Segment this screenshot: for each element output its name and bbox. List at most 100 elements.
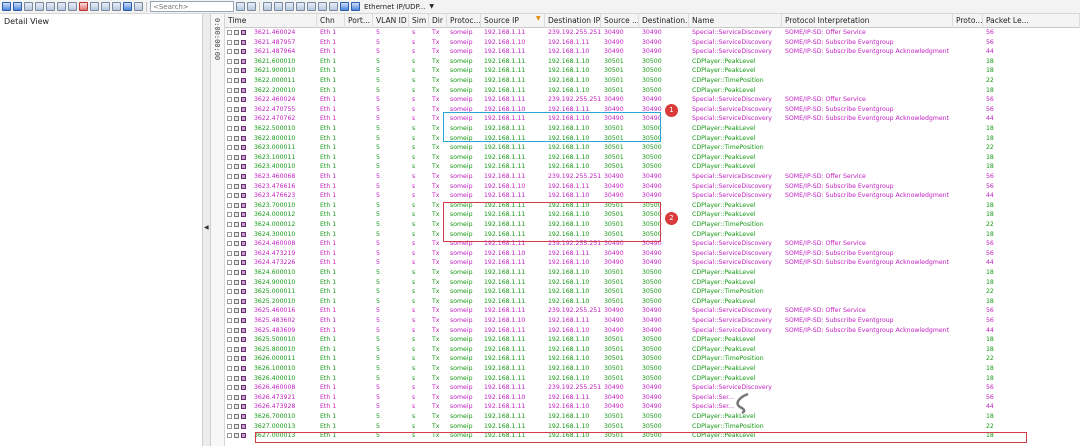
- expand-icon[interactable]: [227, 97, 232, 103]
- table-row[interactable]: 3625.500010 Eth 1 5 s Tx someip 192.168.1.11 19…: [225, 335, 1080, 345]
- row-tree-controls[interactable]: [227, 250, 251, 257]
- pin-icon[interactable]: [285, 2, 294, 11]
- row-tree-controls[interactable]: [227, 212, 251, 218]
- delete-icon[interactable]: [79, 2, 88, 11]
- table-row[interactable]: 3622.200010 Eth 1 5 s Tx someip 192.168.1.11 19…: [225, 86, 1080, 96]
- table-row[interactable]: 3626.473928 Eth 1 5 s Tx someip 192.168.1.11 19…: [225, 402, 1080, 412]
- table-row[interactable]: 3625.200010 Eth 1 5 s Tx someip 192.168.1.11 19…: [225, 297, 1080, 307]
- row-tree-controls[interactable]: [227, 49, 251, 55]
- expand-icon[interactable]: [227, 202, 232, 208]
- expand-icon[interactable]: [227, 241, 232, 247]
- stats-icon[interactable]: [101, 2, 110, 11]
- row-tree-controls[interactable]: [227, 279, 251, 286]
- column-header-port[interactable]: Port...: [345, 14, 373, 28]
- table-row[interactable]: 3625.800010 Eth 1 5 s Tx someip 192.168.1.11 19…: [225, 345, 1080, 355]
- expand-icon[interactable]: [227, 346, 232, 352]
- collapse-arrow-icon[interactable]: ◀: [204, 224, 209, 231]
- row-tree-controls[interactable]: [227, 87, 251, 94]
- row-tree-controls[interactable]: [227, 414, 251, 420]
- expand-icon[interactable]: [227, 318, 232, 323]
- column-header-len[interactable]: Packet Le...: [983, 14, 1080, 28]
- table-row[interactable]: 3625.483609 Eth 1 5 s Tx someip 192.168.1.11 19…: [225, 326, 1080, 336]
- row-tree-controls[interactable]: [227, 270, 251, 276]
- table-row[interactable]: 3624.900010 Eth 1 5 s Tx someip 192.168.1.11 19…: [225, 278, 1080, 288]
- dash-icon[interactable]: [274, 2, 283, 11]
- export-icon[interactable]: [340, 2, 349, 11]
- row-tree-controls[interactable]: [227, 366, 251, 372]
- expand-icon[interactable]: [227, 126, 232, 131]
- table-row[interactable]: 3625.000011 Eth 1 5 s Tx someip 192.168.1.11 19…: [225, 287, 1080, 297]
- network-icon[interactable]: [351, 2, 360, 11]
- row-tree-controls[interactable]: [227, 423, 251, 430]
- expand-icon[interactable]: [227, 154, 232, 160]
- row-tree-controls[interactable]: [227, 318, 251, 324]
- table-row[interactable]: 3625.460016 Eth 1 5 s Tx someip 192.168.1.11 23…: [225, 306, 1080, 316]
- protocol-filter-dropdown[interactable]: Ethernet IP/UDP...: [362, 3, 427, 11]
- expand-icon[interactable]: [227, 298, 232, 304]
- row-tree-controls[interactable]: [227, 404, 251, 410]
- expand-icon[interactable]: [227, 404, 232, 410]
- table-row[interactable]: 3624.600010 Eth 1 5 s Tx someip 192.168.1.11 19…: [225, 268, 1080, 278]
- column-header-vlan[interactable]: VLAN ID: [373, 14, 409, 28]
- row-tree-controls[interactable]: [227, 30, 251, 36]
- row-tree-controls[interactable]: [227, 39, 251, 46]
- expand-icon[interactable]: [227, 135, 232, 141]
- expand-icon[interactable]: [227, 366, 232, 371]
- row-tree-controls[interactable]: [227, 222, 251, 228]
- find-icon[interactable]: [68, 2, 77, 11]
- table-row[interactable]: 3626.473921 Eth 1 5 s Tx someip 192.168.1.10 19…: [225, 393, 1080, 403]
- table-row[interactable]: 3623.476616 Eth 1 5 s Tx someip 192.168.1.10 19…: [225, 182, 1080, 192]
- table-row[interactable]: 3626.460008 Eth 1 5 s Tx someip 192.168.1.11 23…: [225, 383, 1080, 393]
- search-input[interactable]: [150, 1, 234, 12]
- row-tree-controls[interactable]: [227, 231, 251, 238]
- expand-icon[interactable]: [227, 78, 232, 83]
- filter-icon[interactable]: [35, 2, 44, 11]
- table-row[interactable]: 3624.473219 Eth 1 5 s Tx someip 192.168.1.10 19…: [225, 249, 1080, 259]
- row-tree-controls[interactable]: [227, 106, 251, 113]
- column-header-pproto[interactable]: Proto...: [953, 14, 983, 28]
- table-row[interactable]: 3625.483602 Eth 1 5 s Tx someip 192.168.1.10 19…: [225, 316, 1080, 326]
- forward-icon[interactable]: [247, 2, 256, 11]
- folder-icon[interactable]: [296, 2, 305, 11]
- table-row[interactable]: 3621.600010 Eth 1 5 s Tx someip 192.168.1.11 19…: [225, 57, 1080, 67]
- row-tree-controls[interactable]: [227, 174, 251, 180]
- row-tree-controls[interactable]: [227, 337, 251, 343]
- table-row[interactable]: 3622.460024 Eth 1 5 s Tx someip 192.168.1.11 23…: [225, 95, 1080, 105]
- table-row[interactable]: 3621.900010 Eth 1 5 s Tx someip 192.168.1.11 19…: [225, 66, 1080, 76]
- row-tree-controls[interactable]: [227, 394, 251, 401]
- panel-splitter[interactable]: ◀: [203, 14, 211, 446]
- row-tree-controls[interactable]: [227, 78, 251, 84]
- row-tree-controls[interactable]: [227, 433, 251, 439]
- expand-icon[interactable]: [227, 145, 232, 151]
- split-icon[interactable]: [134, 2, 143, 11]
- expand-icon[interactable]: [227, 39, 232, 45]
- table-icon[interactable]: [24, 2, 33, 11]
- row-tree-controls[interactable]: [227, 135, 251, 142]
- expand-icon[interactable]: [227, 222, 232, 227]
- expand-icon[interactable]: [227, 289, 232, 295]
- row-tree-controls[interactable]: [227, 298, 251, 305]
- column-header-interp[interactable]: Protocol Interpretation: [782, 14, 953, 28]
- table-row[interactable]: 3623.000011 Eth 1 5 s Tx someip 192.168.1.11 19…: [225, 143, 1080, 153]
- table-row[interactable]: 3623.100011 Eth 1 5 s Tx someip 192.168.1.11 19…: [225, 153, 1080, 163]
- expand-icon[interactable]: [227, 116, 232, 122]
- expand-icon[interactable]: [227, 260, 232, 266]
- column-header-dport[interactable]: Destination...: [639, 14, 689, 28]
- chart-icon[interactable]: [13, 2, 22, 11]
- view-icon[interactable]: [2, 2, 11, 11]
- binoculars-icon[interactable]: [46, 2, 55, 11]
- table-row[interactable]: 3623.460068 Eth 1 5 s Tx someip 192.168.1.11 23…: [225, 172, 1080, 182]
- expand-icon[interactable]: [227, 183, 232, 189]
- row-tree-controls[interactable]: [227, 58, 251, 65]
- table-row[interactable]: 3626.400010 Eth 1 5 s Tx someip 192.168.1.11 19…: [225, 374, 1080, 384]
- row-tree-controls[interactable]: [227, 68, 251, 74]
- column-header-chn[interactable]: Chn: [317, 14, 345, 28]
- column-header-proto[interactable]: Protoc...: [447, 14, 481, 28]
- expand-icon[interactable]: [227, 58, 232, 64]
- row-tree-controls[interactable]: [227, 164, 251, 170]
- row-tree-controls[interactable]: [227, 346, 251, 353]
- column-header-sport[interactable]: Source ...: [601, 14, 639, 28]
- delta-icon[interactable]: [112, 2, 121, 11]
- table-row[interactable]: 3621.460024 Eth 1 5 s Tx someip 192.168.1.11 23…: [225, 28, 1080, 38]
- expand-icon[interactable]: [227, 49, 232, 55]
